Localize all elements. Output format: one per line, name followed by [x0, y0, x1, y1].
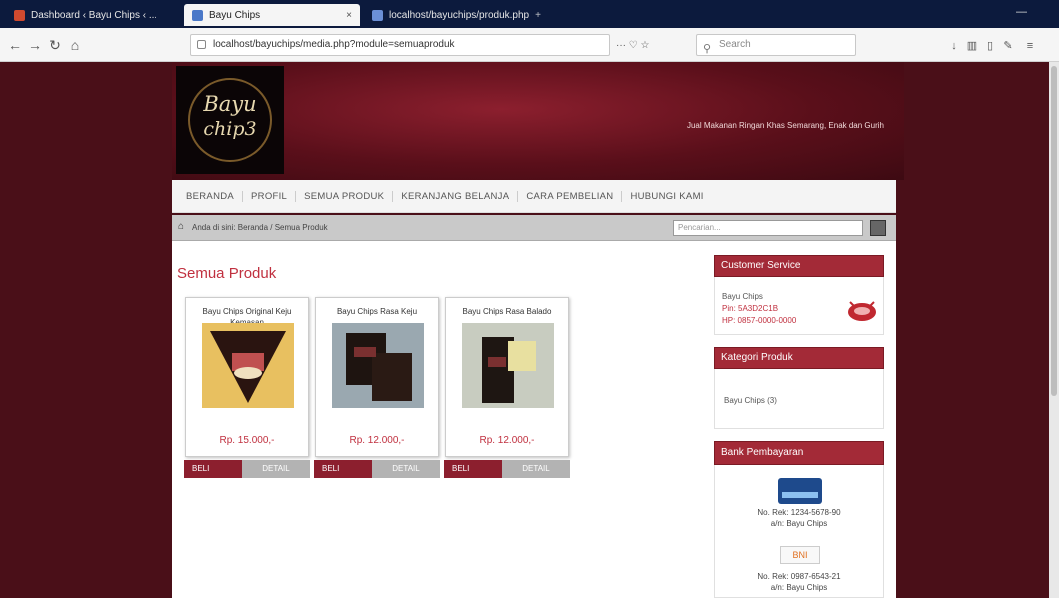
reload-icon[interactable]: ↻ — [46, 36, 64, 54]
product-actions: BELI DETAIL — [444, 460, 570, 478]
page-title: Semua Produk — [177, 265, 277, 282]
breadcrumb: Anda di sini: Beranda / Semua Produk — [192, 223, 328, 232]
product-name[interactable]: Bayu Chips Rasa Balado — [450, 306, 564, 317]
browser-tab-produk[interactable]: localhost/bayuchips/produk.php + — [364, 4, 544, 26]
product-card[interactable]: Bayu Chips Rasa Keju Rp. 12.000,- — [315, 297, 439, 457]
download-icon[interactable]: ↓ — [948, 40, 960, 52]
page-icon — [372, 9, 383, 21]
widget-title-categories: Kategori Produk — [714, 347, 884, 369]
logo-text-line1: Bayu — [203, 92, 257, 116]
menu-icon[interactable]: ≡ — [1024, 40, 1036, 52]
search-placeholder: Search — [719, 39, 751, 50]
back-icon[interactable]: ← — [6, 36, 24, 54]
bank-logo: BNI — [780, 546, 820, 564]
browser-toolbar: ← → ↻ ⌂ localhost/bayuchips/media.php?mo… — [0, 28, 1059, 62]
lock-icon — [197, 40, 206, 49]
tab-title: localhost/bayuchips/produk.php — [389, 9, 530, 21]
product-image[interactable] — [202, 323, 294, 408]
widget-title-customer-service: Customer Service — [714, 255, 884, 277]
minimize-icon[interactable]: — — [1016, 6, 1027, 18]
widget-title-bank: Bank Pembayaran — [714, 441, 884, 465]
page-icon — [192, 9, 203, 21]
url-bar[interactable]: localhost/bayuchips/media.php?module=sem… — [190, 34, 610, 56]
home-icon[interactable]: ⌂ — [178, 222, 187, 232]
browser-tab-bayuchips[interactable]: Bayu Chips × — [184, 4, 360, 26]
browser-tab-dashboard[interactable]: Dashboard ‹ Bayu Chips ‹ ... — [6, 4, 156, 26]
search-icon: ⚲ — [703, 43, 712, 55]
sidebar-icon[interactable]: ▯ — [984, 40, 996, 52]
customer-pin[interactable]: Pin: 5A3D2C1B — [722, 304, 778, 313]
product-actions: BELI DETAIL — [314, 460, 440, 478]
bank-account: No. Rek: 0987-6543-21 a/n: Bayu Chips — [728, 571, 870, 593]
new-tab-icon[interactable]: + — [535, 10, 541, 21]
menu-item-cara-pembelian[interactable]: CARA PEMBELIAN — [518, 190, 623, 202]
extension-icon[interactable]: ✎ — [1002, 40, 1014, 52]
product-price: Rp. 15.000,- — [219, 435, 275, 446]
category-link[interactable]: Bayu Chips (3) — [724, 396, 777, 405]
menu-item-semua-produk[interactable]: SEMUA PRODUK — [296, 190, 394, 202]
detail-button[interactable]: DETAIL — [502, 460, 570, 478]
buy-button[interactable]: BELI — [314, 460, 372, 478]
menu-item-hubungi[interactable]: HUBUNGI KAMI — [622, 191, 711, 202]
site-tagline: Jual Makanan Ringan Khas Semarang, Enak … — [686, 121, 884, 130]
scrollbar-thumb[interactable] — [1051, 66, 1057, 396]
customer-phone[interactable]: HP: 0857-0000-0000 — [722, 316, 796, 325]
close-tab-icon[interactable]: × — [346, 10, 352, 21]
product-actions: BELI DETAIL — [184, 460, 310, 478]
bank-account-holder: a/n: Bayu Chips — [770, 583, 828, 592]
page-scrollbar[interactable] — [1049, 62, 1059, 598]
bank-logo — [778, 478, 822, 504]
tab-title: Bayu Chips — [209, 9, 261, 21]
main-menu: BERANDA PROFIL SEMUA PRODUK KERANJANG BE… — [172, 180, 896, 213]
site-logo[interactable]: Bayu chip3 — [176, 66, 284, 174]
url-text: localhost/bayuchips/media.php?module=sem… — [213, 39, 455, 50]
product-card[interactable]: Bayu Chips Original Keju Kemasan Rp. 15.… — [185, 297, 309, 457]
detail-button[interactable]: DETAIL — [372, 460, 440, 478]
url-tools[interactable]: ··· ♡ ☆ — [616, 40, 649, 51]
product-image[interactable] — [462, 323, 554, 408]
bank-account-number: No. Rek: 1234-5678-90 — [757, 508, 841, 517]
site-search-button[interactable] — [870, 220, 886, 236]
product-card[interactable]: Bayu Chips Rasa Balado Rp. 12.000,- — [445, 297, 569, 457]
bank-account-holder: a/n: Bayu Chips — [770, 519, 828, 528]
menu-item-keranjang[interactable]: KERANJANG BELANJA — [393, 190, 519, 202]
product-price: Rp. 12.000,- — [349, 435, 405, 446]
tab-title: Dashboard ‹ Bayu Chips ‹ ... — [31, 9, 156, 21]
customer-name: Bayu Chips — [722, 292, 763, 301]
forward-icon[interactable]: → — [26, 36, 44, 54]
product-image[interactable] — [332, 323, 424, 408]
menu-item-beranda[interactable]: BERANDA — [178, 190, 244, 202]
home-icon[interactable]: ⌂ — [66, 36, 84, 54]
bank-account: No. Rek: 1234-5678-90 a/n: Bayu Chips — [728, 507, 870, 529]
bank-account-number: No. Rek: 0987-6543-21 — [757, 572, 841, 581]
library-icon[interactable]: ▥ — [966, 40, 978, 52]
buy-button[interactable]: BELI — [444, 460, 502, 478]
customer-service-icon — [848, 301, 876, 321]
product-name[interactable]: Bayu Chips Rasa Keju — [320, 306, 434, 317]
menu-item-profil[interactable]: PROFIL — [243, 190, 297, 202]
buy-button[interactable]: BELI — [184, 460, 242, 478]
detail-button[interactable]: DETAIL — [242, 460, 310, 478]
wordpress-icon — [14, 9, 25, 21]
breadcrumb-bar: ⌂ Anda di sini: Beranda / Semua Produk P… — [172, 215, 896, 241]
site-search-input[interactable]: Pencarian... — [673, 220, 863, 236]
product-price: Rp. 12.000,- — [479, 435, 535, 446]
browser-search-input[interactable]: ⚲ Search — [696, 34, 856, 56]
logo-text-line2: chip3 — [203, 118, 257, 140]
browser-tab-bar: Dashboard ‹ Bayu Chips ‹ ... Bayu Chips … — [0, 0, 1059, 28]
